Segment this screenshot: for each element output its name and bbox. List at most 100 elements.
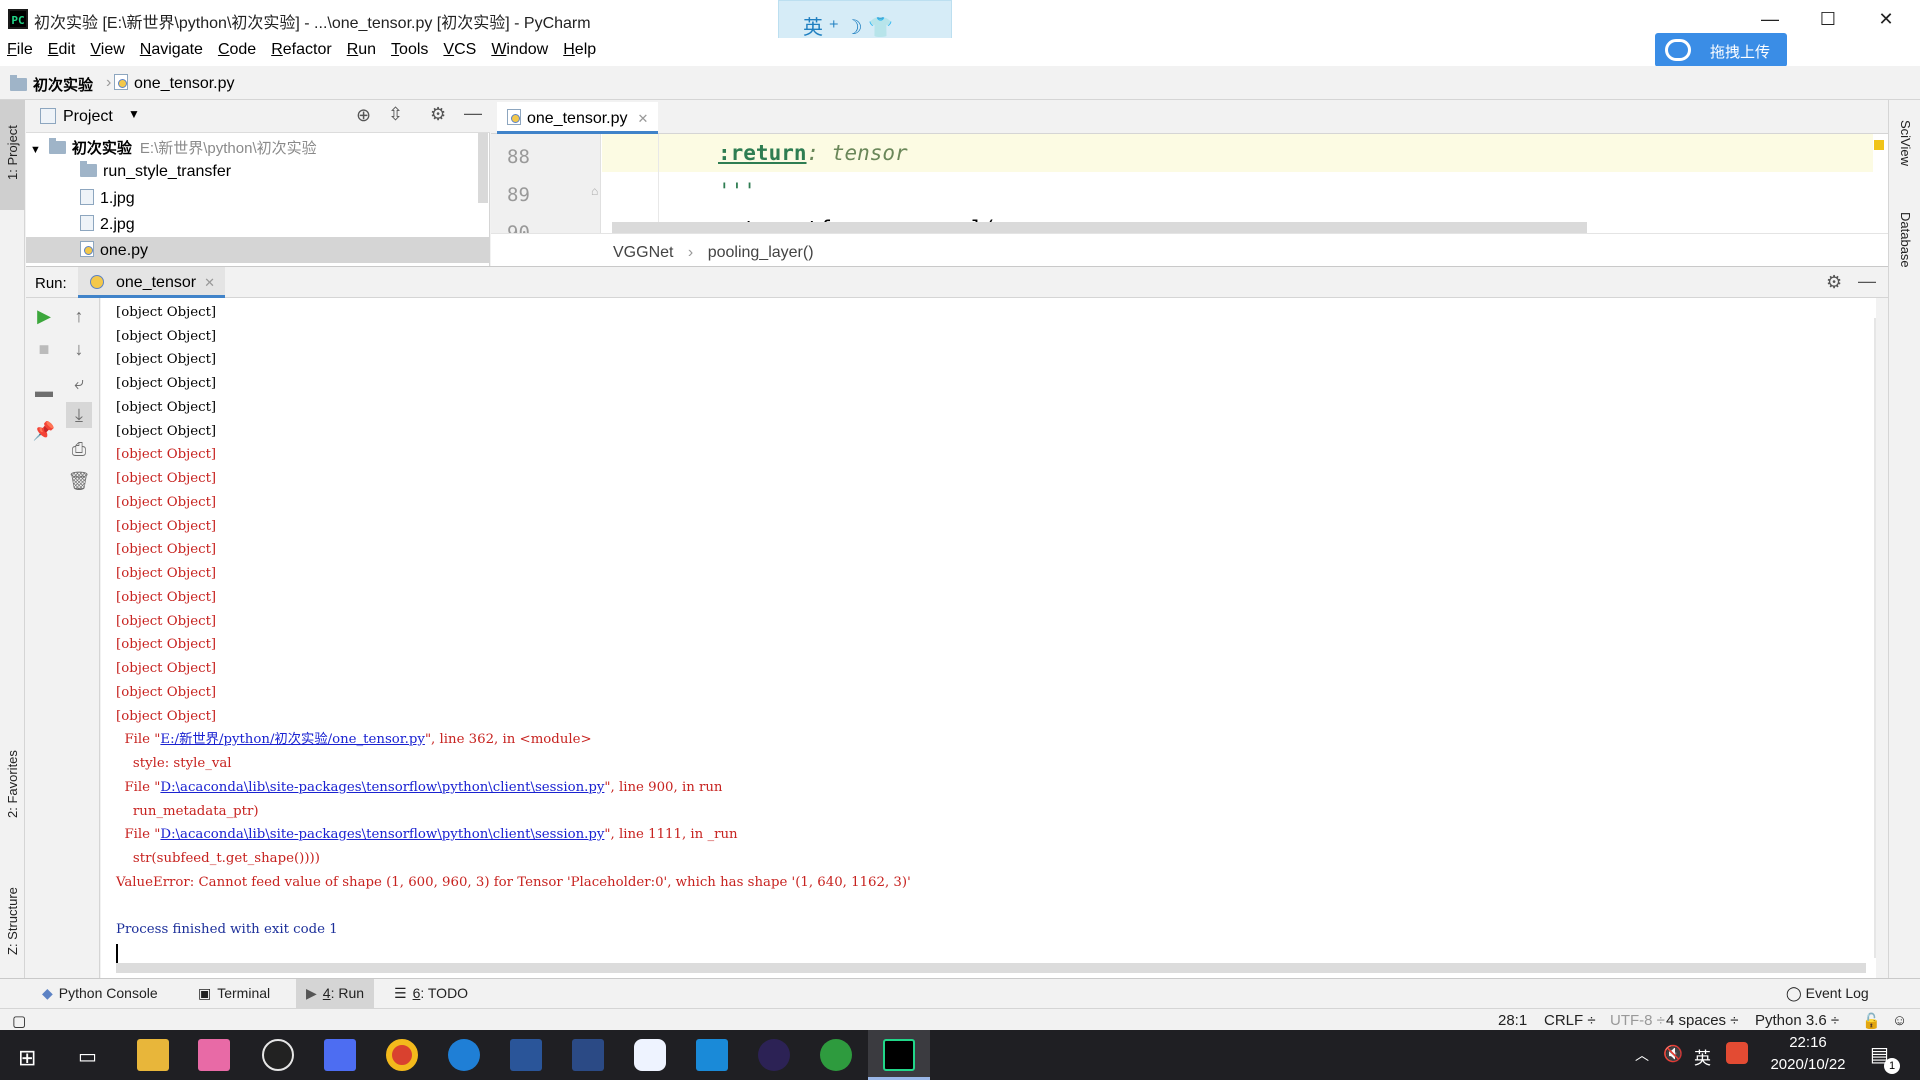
menu-edit[interactable]: Edit xyxy=(41,38,84,59)
soft-wrap-icon[interactable]: ⤶ xyxy=(66,370,92,396)
menu-code[interactable]: Code xyxy=(211,38,264,59)
breadcrumb-project[interactable]: 初次实验 xyxy=(10,74,93,95)
breadcrumb-function[interactable]: pooling_layer() xyxy=(708,244,814,261)
clock-date[interactable]: 2020/10/22 xyxy=(1760,1056,1856,1073)
up-arrow-icon[interactable]: ↑ xyxy=(66,303,92,329)
run-tool-tab[interactable]: ▶ 4: Run xyxy=(296,979,375,1008)
traceback-link[interactable]: D:\acaconda\lib\site-packages\tensorflow… xyxy=(160,827,604,842)
print-icon[interactable]: ⎙ xyxy=(66,436,92,462)
tree-item[interactable]: run_style_transfer xyxy=(26,159,490,185)
gear-icon[interactable]: ⚙ xyxy=(430,104,446,125)
breadcrumb-class[interactable]: VGGNet xyxy=(613,244,673,261)
console-output[interactable]: [object Object] [object Object] [object … xyxy=(101,298,1876,978)
notification-badge: 1 xyxy=(1884,1058,1900,1074)
structure-tool-tab[interactable]: Z: Structure xyxy=(5,887,20,955)
lock-icon[interactable]: 🔓 xyxy=(1862,1012,1881,1030)
trash-icon[interactable]: 🗑 xyxy=(66,468,92,494)
terminal-tab[interactable]: ▣ Terminal xyxy=(198,985,270,1002)
tool-windows-toggle-icon[interactable]: ▢ xyxy=(12,1012,26,1030)
sciview-tool-tab[interactable]: SciView xyxy=(1898,120,1913,166)
traceback-link[interactable]: E:/新世界/python/初次实验/one_tensor.py xyxy=(160,732,425,747)
fold-icon[interactable]: ⌂ xyxy=(591,184,598,198)
run-tab-one-tensor[interactable]: one_tensor ✕ xyxy=(78,267,225,298)
tray-expand-icon[interactable]: ︿ xyxy=(1635,1045,1649,1065)
baidu-upload-widget[interactable]: 拖拽上传 xyxy=(1655,33,1787,67)
pycharm-icon[interactable] xyxy=(883,1039,915,1071)
gear-icon[interactable]: ⚙ xyxy=(1826,272,1842,293)
file-encoding[interactable]: UTF-8 ÷ xyxy=(1610,1012,1665,1029)
menu-help[interactable]: Help xyxy=(556,38,604,59)
breadcrumb-file[interactable]: one_tensor.py xyxy=(114,74,235,93)
baidu-netdisk-icon[interactable] xyxy=(634,1039,666,1071)
close-button[interactable]: ✕ xyxy=(1857,0,1915,38)
menu-refactor[interactable]: Refactor xyxy=(264,38,339,59)
inspector-icon[interactable]: ☺ xyxy=(1892,1012,1907,1029)
python-interpreter[interactable]: Python 3.6 ÷ xyxy=(1755,1012,1839,1029)
task-view-icon[interactable]: ▭ xyxy=(78,1044,97,1069)
database-tool-tab[interactable]: Database xyxy=(1898,212,1913,268)
list-icon: ☰ xyxy=(394,985,407,1001)
vertical-scrollbar[interactable] xyxy=(1874,318,1876,958)
locate-icon[interactable]: ⊕ xyxy=(356,105,371,126)
tree-item-selected[interactable]: one.py xyxy=(26,237,490,263)
scrollbar[interactable] xyxy=(478,133,488,203)
clock-time[interactable]: 22:16 xyxy=(1760,1034,1856,1051)
console-line: [object Object] xyxy=(116,661,217,676)
down-arrow-icon[interactable]: ↓ xyxy=(66,336,92,362)
traceback-link[interactable]: D:\acaconda\lib\site-packages\tensorflow… xyxy=(160,780,604,795)
horizontal-scrollbar[interactable] xyxy=(612,222,1587,233)
chrome-icon[interactable] xyxy=(386,1039,418,1071)
menu-tools[interactable]: Tools xyxy=(384,38,436,59)
menu-vcs[interactable]: VCS xyxy=(436,38,484,59)
menu-window[interactable]: Window xyxy=(484,38,556,59)
word-icon[interactable] xyxy=(510,1039,542,1071)
volume-muted-icon[interactable]: 🔇 xyxy=(1663,1044,1683,1064)
menu-run[interactable]: Run xyxy=(340,38,384,59)
minimize-panel-icon[interactable]: — xyxy=(1858,271,1876,292)
close-icon[interactable]: ✕ xyxy=(638,111,649,126)
layout-icon[interactable]: ▬ xyxy=(31,378,57,404)
favorites-tool-tab[interactable]: 2: Favorites xyxy=(5,750,20,818)
left-tool-strip: 1: Project 2: Favorites Z: Structure xyxy=(0,100,25,978)
pin-icon[interactable]: 📌 xyxy=(31,418,57,444)
qq-icon[interactable] xyxy=(262,1039,294,1071)
todo-tab[interactable]: ☰ 6: TODO xyxy=(394,985,468,1002)
horizontal-scrollbar[interactable] xyxy=(116,963,1866,973)
file-explorer-icon[interactable] xyxy=(137,1039,169,1071)
project-tool-tab[interactable]: 1: Project xyxy=(5,125,20,180)
rerun-icon[interactable]: ▶ xyxy=(31,303,57,329)
python-console-tab[interactable]: ◆ Python Console xyxy=(42,985,158,1002)
stop-icon[interactable]: ■ xyxy=(31,336,57,362)
devcpp-icon[interactable] xyxy=(572,1039,604,1071)
code-area[interactable]: :return: tensor ''' return tf.nn.max_poo… xyxy=(602,134,1873,233)
warning-marker[interactable] xyxy=(1874,140,1884,150)
eclipse-icon[interactable] xyxy=(758,1039,790,1071)
menu-file[interactable]: File xyxy=(0,38,41,59)
green-app-icon[interactable] xyxy=(820,1039,852,1071)
close-icon[interactable]: ✕ xyxy=(204,275,215,290)
tree-item[interactable]: 2.jpg xyxy=(26,211,490,237)
project-panel-title[interactable]: Project xyxy=(63,108,113,126)
menu-navigate[interactable]: Navigate xyxy=(133,38,211,59)
tray-language[interactable]: 英 xyxy=(1694,1044,1711,1069)
minimize-panel-icon[interactable]: — xyxy=(464,103,482,124)
vscode-icon[interactable] xyxy=(696,1039,728,1071)
indent-setting[interactable]: 4 spaces ÷ xyxy=(1666,1012,1738,1029)
collapse-icon[interactable]: ⇳ xyxy=(388,104,403,125)
traceback-line: File "D:\acaconda\lib\site-packages\tens… xyxy=(116,827,738,842)
menu-view[interactable]: View xyxy=(83,38,132,59)
chevron-down-icon[interactable]: ▼ xyxy=(128,107,140,121)
caret-position[interactable]: 28:1 xyxy=(1498,1012,1527,1029)
scroll-to-end-icon[interactable]: ⤓ xyxy=(66,402,92,428)
windows-start-icon[interactable]: ⊞ xyxy=(18,1045,36,1071)
tree-root[interactable]: ▼ 初次实验 E:\新世界\python\初次实验 xyxy=(26,133,490,159)
tree-item[interactable]: 1.jpg xyxy=(26,185,490,211)
editor-tab-one-tensor[interactable]: one_tensor.py ✕ xyxy=(497,102,659,134)
event-log-tab[interactable]: ◯ Event Log xyxy=(1786,985,1869,1002)
edge-icon[interactable] xyxy=(448,1039,480,1071)
line-separator[interactable]: CRLF ÷ xyxy=(1544,1012,1596,1029)
sogou-ime-icon[interactable] xyxy=(1726,1042,1748,1064)
maximize-button[interactable]: ☐ xyxy=(1799,0,1857,38)
feishu-icon[interactable] xyxy=(324,1039,356,1071)
lala-app-icon[interactable] xyxy=(198,1039,230,1071)
